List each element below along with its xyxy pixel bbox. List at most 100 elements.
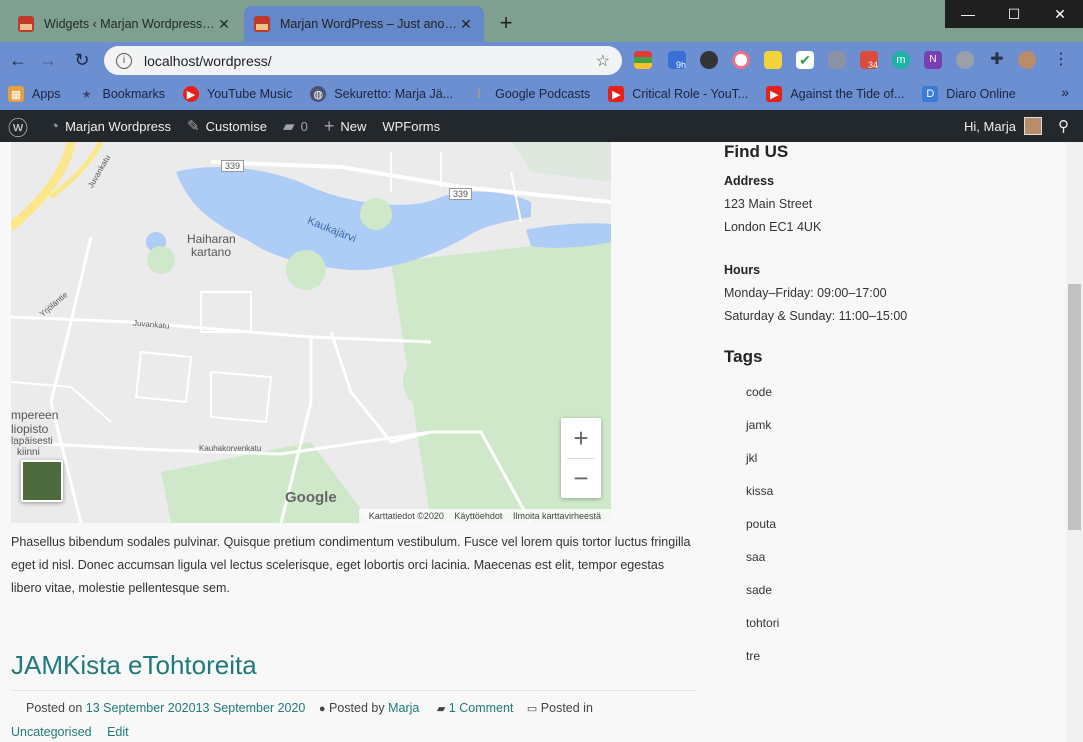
tag-link[interactable]: sade bbox=[746, 583, 772, 597]
extension-drive-icon[interactable] bbox=[828, 51, 846, 69]
tag-link[interactable]: jamk bbox=[746, 418, 771, 432]
admin-search-button[interactable]: ⚲ bbox=[1050, 110, 1083, 142]
extension-bulb-icon[interactable] bbox=[700, 51, 718, 69]
window-controls: — ☐ ✕ bbox=[945, 0, 1083, 28]
bookmark-youtube-music[interactable]: ▶ YouTube Music bbox=[183, 86, 292, 102]
extension-circle-icon[interactable] bbox=[732, 51, 750, 69]
customise-link[interactable]: ✎ Customise bbox=[179, 110, 275, 142]
user-icon: ● bbox=[318, 703, 326, 715]
bookmark-apps[interactable]: ▦ Apps bbox=[8, 86, 61, 102]
url-text[interactable]: localhost/wordpress/ bbox=[144, 53, 596, 69]
map-canvas[interactable] bbox=[11, 142, 611, 523]
bookmark-label: Critical Role - YouT... bbox=[632, 87, 749, 101]
bookmark-google-podcasts[interactable]: ⁞ Google Podcasts bbox=[471, 86, 591, 102]
bookmark-label: Sekuretto: Marja Jä... bbox=[334, 87, 454, 101]
bookmark-bookmarks[interactable]: ★ Bookmarks bbox=[79, 86, 165, 102]
wordpress-logo-icon: ⓦ bbox=[8, 117, 28, 140]
category-link[interactable]: Uncategorised bbox=[11, 725, 92, 739]
profile-avatar[interactable] bbox=[1018, 51, 1036, 69]
bookmark-sekuretto[interactable]: ◍ Sekuretto: Marja Jä... bbox=[310, 86, 453, 102]
scrollbar-thumb[interactable] bbox=[1068, 284, 1081, 530]
youtube-music-icon: ▶ bbox=[183, 86, 200, 102]
post-date-link[interactable]: 13 September 202013 September 2020 bbox=[86, 701, 306, 715]
apps-grid-icon: ▦ bbox=[8, 86, 24, 102]
road-sign-339: 339 bbox=[449, 188, 473, 200]
tag-link[interactable]: pouta bbox=[746, 517, 776, 531]
author-link[interactable]: Marja bbox=[388, 701, 419, 715]
bookmark-label: Google Podcasts bbox=[495, 87, 591, 101]
map-report-link[interactable]: Ilmoita karttavirheestä bbox=[513, 511, 601, 521]
account-menu[interactable]: Hi, Marja bbox=[956, 110, 1050, 142]
bookmark-critical-role[interactable]: ▶ Critical Role - YouT... bbox=[608, 86, 748, 102]
wordpress-favicon-icon bbox=[254, 16, 270, 32]
tab-close-icon[interactable]: ✕ bbox=[216, 16, 232, 33]
tab-widgets[interactable]: Widgets ‹ Marjan Wordpress — WordPress ✕ bbox=[8, 6, 242, 42]
extension-shield-icon[interactable] bbox=[956, 51, 974, 69]
comments-count: 0 bbox=[300, 118, 308, 134]
tag-link[interactable]: tohtori bbox=[746, 616, 779, 630]
comments-link[interactable]: ▰ 0 bbox=[275, 110, 316, 142]
browser-titlebar: Widgets ‹ Marjan Wordpress — WordPress ✕… bbox=[0, 0, 1083, 42]
tag-link[interactable]: tre bbox=[746, 649, 760, 663]
map-terms-link[interactable]: Käyttöehdot bbox=[454, 511, 502, 521]
address-bar[interactable]: i localhost/wordpress/ ☆ bbox=[104, 46, 622, 75]
extension-check-icon[interactable]: ✔ bbox=[796, 51, 814, 69]
map-zoom-control: + − bbox=[561, 418, 601, 498]
zoom-out-button[interactable]: − bbox=[561, 458, 601, 498]
google-map[interactable]: 339 339 Kaukajärvi Haiharan kartano Juva… bbox=[11, 142, 611, 523]
extensions-puzzle-icon[interactable]: ✚ bbox=[988, 51, 1006, 69]
new-tab-button[interactable]: + bbox=[494, 10, 518, 36]
tag-link[interactable]: jkl bbox=[746, 451, 757, 465]
map-attribution: Karttatiedot ©2020 Käyttöehdot Ilmoita k… bbox=[358, 509, 611, 523]
comment-bubble-icon: ▰ bbox=[283, 118, 295, 135]
browser-menu-icon[interactable]: ⋮ bbox=[1052, 51, 1070, 69]
maximize-button[interactable]: ☐ bbox=[991, 0, 1037, 28]
bookmark-label: YouTube Music bbox=[207, 87, 293, 101]
wp-logo-menu[interactable]: ⓦ bbox=[0, 110, 42, 142]
customise-label: Customise bbox=[205, 118, 268, 134]
extension-colors-icon[interactable] bbox=[634, 51, 652, 69]
tag-link[interactable]: saa bbox=[746, 550, 765, 564]
map-data-credit: Karttatiedot ©2020 bbox=[368, 511, 444, 521]
wpforms-label: WPForms bbox=[382, 118, 441, 134]
tag-link[interactable]: kissa bbox=[746, 484, 773, 498]
tags-heading: Tags bbox=[724, 347, 763, 366]
bookmark-against-the-tide[interactable]: ▶ Against the Tide of... bbox=[766, 86, 904, 102]
dashboard-gauge-icon: ◔ bbox=[50, 117, 60, 135]
minimize-button[interactable]: — bbox=[945, 0, 991, 28]
comment-icon: ▰ bbox=[436, 703, 446, 715]
new-content-menu[interactable]: + New bbox=[316, 110, 375, 142]
extension-todoist-icon[interactable]: 34 bbox=[860, 51, 878, 70]
back-arrow-icon[interactable]: ← bbox=[6, 48, 30, 72]
wpforms-menu[interactable]: WPForms bbox=[374, 110, 448, 142]
zoom-in-button[interactable]: + bbox=[561, 418, 601, 458]
road-label: Kauhakorvenkatu bbox=[199, 444, 262, 453]
edit-link[interactable]: Edit bbox=[107, 725, 129, 739]
site-name-menu[interactable]: ◔ Marjan Wordpress bbox=[42, 110, 179, 142]
extension-face-icon[interactable] bbox=[764, 51, 782, 69]
forward-arrow-icon[interactable]: → bbox=[36, 48, 60, 72]
new-label: New bbox=[340, 118, 367, 134]
extension-timer-icon[interactable]: 9h bbox=[668, 51, 686, 70]
bookmarks-overflow-button[interactable]: » bbox=[1061, 84, 1069, 100]
tab-marjan-wordpress[interactable]: Marjan WordPress – Just another WordPres… bbox=[244, 6, 484, 42]
satellite-toggle-button[interactable] bbox=[21, 460, 63, 502]
extension-onenote-icon[interactable]: N bbox=[924, 51, 942, 69]
plus-icon: + bbox=[323, 115, 335, 136]
bookmark-diaro[interactable]: D Diaro Online bbox=[922, 86, 1016, 102]
tab-close-icon[interactable]: ✕ bbox=[458, 16, 474, 33]
tag-link[interactable]: code bbox=[746, 385, 772, 399]
comments-link[interactable]: 1 Comment bbox=[449, 701, 514, 715]
close-window-button[interactable]: ✕ bbox=[1037, 0, 1083, 28]
page-scrollbar[interactable] bbox=[1066, 142, 1083, 742]
search-icon: ⚲ bbox=[1058, 118, 1069, 135]
post-title-link[interactable]: JAMKista eTohtoreita bbox=[11, 650, 257, 681]
extension-m-icon[interactable]: m bbox=[892, 51, 910, 69]
greeting-label: Hi, Marja bbox=[963, 118, 1016, 134]
youtube-icon: ▶ bbox=[608, 86, 625, 102]
bookmark-star-icon[interactable]: ☆ bbox=[596, 51, 610, 71]
reload-icon[interactable]: ↻ bbox=[70, 48, 94, 72]
place-label: lapäisesti bbox=[11, 436, 53, 447]
site-info-icon[interactable]: i bbox=[116, 52, 132, 69]
posted-in-label: Posted in bbox=[540, 701, 593, 715]
